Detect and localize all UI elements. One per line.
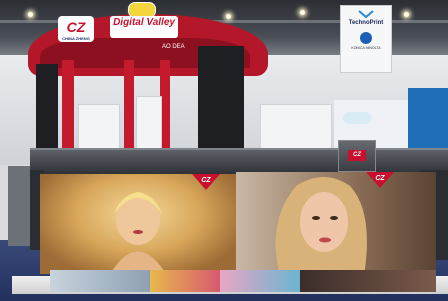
cz-booth-logo: CZ CHINA ZHENG bbox=[58, 16, 94, 42]
printed-strip bbox=[150, 270, 220, 292]
konica-minolta-logo-icon bbox=[360, 32, 372, 44]
ceiling-light bbox=[226, 14, 231, 19]
portrait-blonde-illustration bbox=[275, 177, 367, 276]
arch-leg bbox=[124, 60, 134, 156]
booth-display-panel bbox=[260, 104, 332, 154]
printed-strip bbox=[50, 270, 150, 292]
digital-valley-sign: Digital Valley bbox=[110, 16, 178, 38]
ceiling-light bbox=[28, 12, 33, 17]
booth-pillar bbox=[36, 64, 58, 156]
technoprint-banner: TechnoPrint KONICA MINOLTA bbox=[340, 5, 392, 73]
booth-pillar bbox=[198, 46, 244, 156]
booth-side-text: AO DEA bbox=[162, 44, 185, 50]
expo-photo: CZ CHINA ZHENG Digital Valley AO DEA Tec… bbox=[0, 0, 448, 301]
technoprint-logo-icon bbox=[358, 10, 374, 19]
ceiling-light bbox=[404, 12, 409, 17]
arch-leg bbox=[62, 60, 74, 156]
booth-display-panel bbox=[136, 96, 162, 156]
ceiling-light bbox=[300, 10, 305, 15]
printed-portrait-blonde bbox=[236, 172, 436, 276]
printed-strip bbox=[300, 270, 436, 292]
printed-strip bbox=[220, 270, 300, 292]
printer-logo: CZ bbox=[348, 150, 366, 161]
neighbor-stand-logo bbox=[343, 112, 371, 124]
